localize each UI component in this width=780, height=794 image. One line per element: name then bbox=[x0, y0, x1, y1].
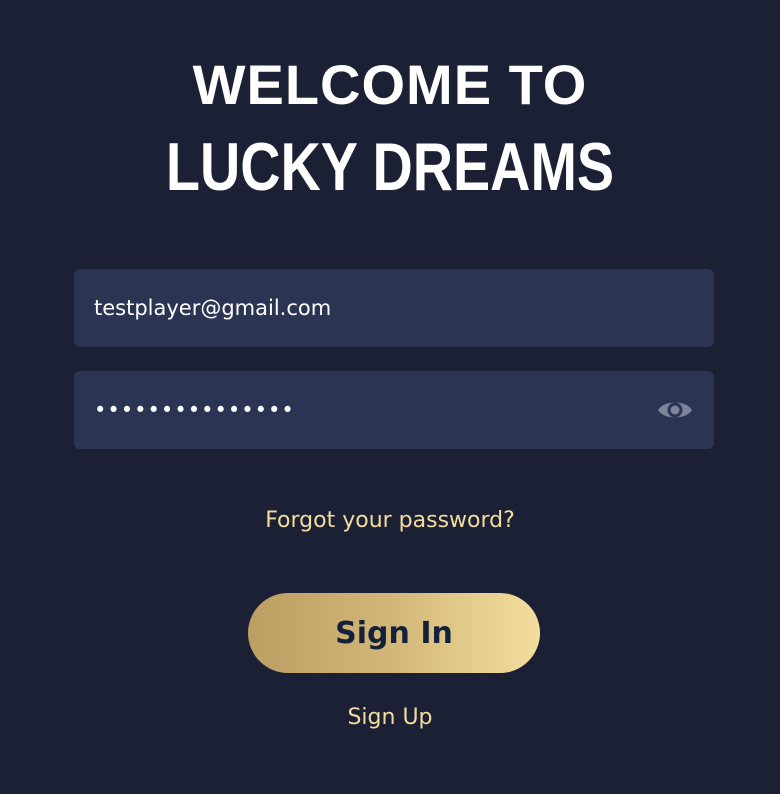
email-field bbox=[74, 269, 714, 347]
forgot-password-link[interactable]: Forgot your password? bbox=[0, 508, 780, 533]
sign-up-link[interactable]: Sign Up bbox=[0, 705, 780, 730]
password-field bbox=[74, 371, 714, 449]
sign-in-button[interactable]: Sign In bbox=[248, 593, 540, 673]
welcome-title: WELCOME TO bbox=[192, 53, 588, 116]
brand-logo-text: LUCKY DREAMS bbox=[165, 129, 615, 205]
eye-icon[interactable] bbox=[656, 396, 694, 424]
login-modal: WELCOME TO LUCKY DREAMS Forgot your pass… bbox=[0, 0, 780, 794]
email-input[interactable] bbox=[74, 269, 714, 347]
password-input[interactable] bbox=[74, 371, 714, 449]
